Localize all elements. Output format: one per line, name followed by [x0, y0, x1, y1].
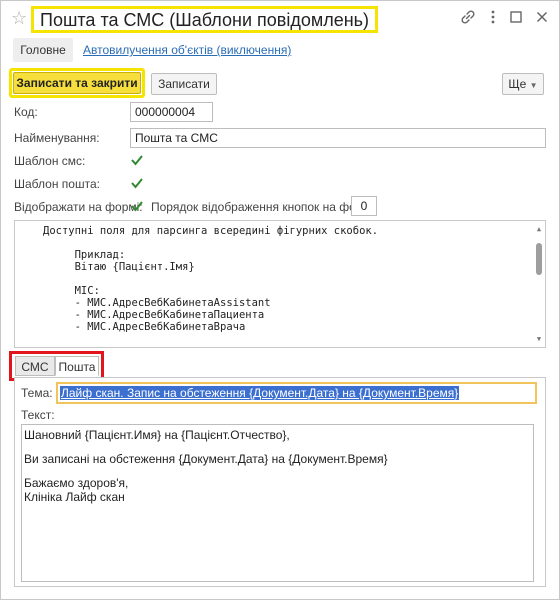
scroll-down-icon[interactable]: ▼	[535, 335, 543, 343]
help-line: Вітаю {Пацієнт.Імя}	[43, 261, 195, 273]
close-icon[interactable]	[533, 9, 551, 27]
save-button[interactable]: Записати	[151, 73, 217, 95]
order-label: Порядок відображення кнопок на формі:	[151, 200, 377, 214]
help-line: МІС:	[43, 285, 100, 297]
message-line: Клініка Лайф скан	[24, 490, 125, 504]
scroll-up-icon[interactable]: ▲	[535, 225, 543, 233]
more-menu-label: Ще	[508, 77, 527, 91]
help-text-area[interactable]: Доступні поля для парсингa всередині фіг…	[14, 220, 546, 348]
nav-main-tab[interactable]: Головне	[13, 38, 73, 62]
window-title: Пошта та СМС (Шаблони повідомлень)	[31, 6, 379, 33]
help-line: Доступні поля для парсингa всередині фіг…	[43, 225, 379, 237]
order-field[interactable]: 0	[351, 196, 377, 216]
save-and-close-button[interactable]: Записати та закрити	[13, 72, 141, 94]
message-line: Бажаємо здоров'я,	[24, 476, 129, 490]
sms-template-label: Шаблон смс:	[14, 154, 86, 168]
name-label: Найменування:	[14, 131, 100, 145]
subject-label: Тема:	[21, 386, 53, 400]
scroll-thumb[interactable]	[536, 243, 542, 275]
mail-template-checkbox[interactable]	[130, 176, 144, 190]
message-line: Шановний {Пацієнт.Имя} на {Пацієнт.Отчес…	[24, 428, 290, 442]
help-line: Приклад:	[43, 249, 126, 261]
maximize-icon[interactable]	[507, 9, 525, 27]
help-line: - МИС.АдресВебКабинетаAssistant	[43, 297, 271, 309]
tab-sms[interactable]: СМС	[15, 356, 55, 376]
more-menu-button[interactable]: Ще ▼	[502, 73, 544, 95]
help-scrollbar[interactable]: ▲ ▼	[535, 225, 543, 343]
mail-template-label: Шаблон пошта:	[14, 177, 100, 191]
text-label: Текст:	[21, 408, 55, 422]
name-field[interactable]: Пошта та СМС	[130, 128, 546, 148]
help-line: - МИС.АдресВебКабинетаВрача	[43, 321, 246, 333]
subject-value: Лайф скан. Запис на обстеження {Документ…	[60, 386, 460, 400]
sms-template-checkbox[interactable]	[130, 153, 144, 167]
save-close-highlight: Записати та закрити	[9, 68, 145, 98]
subject-field[interactable]: Лайф скан. Запис на обстеження {Документ…	[56, 382, 537, 404]
message-line: Ви записані на обстеження {Документ.Дата…	[24, 452, 388, 466]
code-field[interactable]: 000000004	[130, 102, 213, 122]
link-icon[interactable]	[459, 9, 477, 27]
title-bar: ☆ Пошта та СМС (Шаблони повідомлень)	[1, 1, 559, 37]
star-icon[interactable]: ☆	[11, 8, 27, 29]
chevron-down-icon: ▼	[529, 81, 538, 90]
message-textarea[interactable]: Шановний {Пацієнт.Имя} на {Пацієнт.Отчес…	[21, 424, 534, 582]
help-line: - МИС.АдресВебКабинетаПациента	[43, 309, 265, 321]
tab-mail[interactable]: Пошта	[55, 356, 99, 376]
show-on-form-checkbox[interactable]	[130, 199, 144, 213]
more-vert-icon[interactable]	[484, 9, 502, 27]
nav-auto-delete-link[interactable]: Автовилучення об'єктів (виключення)	[83, 38, 291, 62]
form-window: ☆ Пошта та СМС (Шаблони повідомлень) Гол…	[0, 0, 560, 600]
show-on-form-label: Відображати на формі:	[14, 200, 143, 214]
code-label: Код:	[14, 105, 38, 119]
